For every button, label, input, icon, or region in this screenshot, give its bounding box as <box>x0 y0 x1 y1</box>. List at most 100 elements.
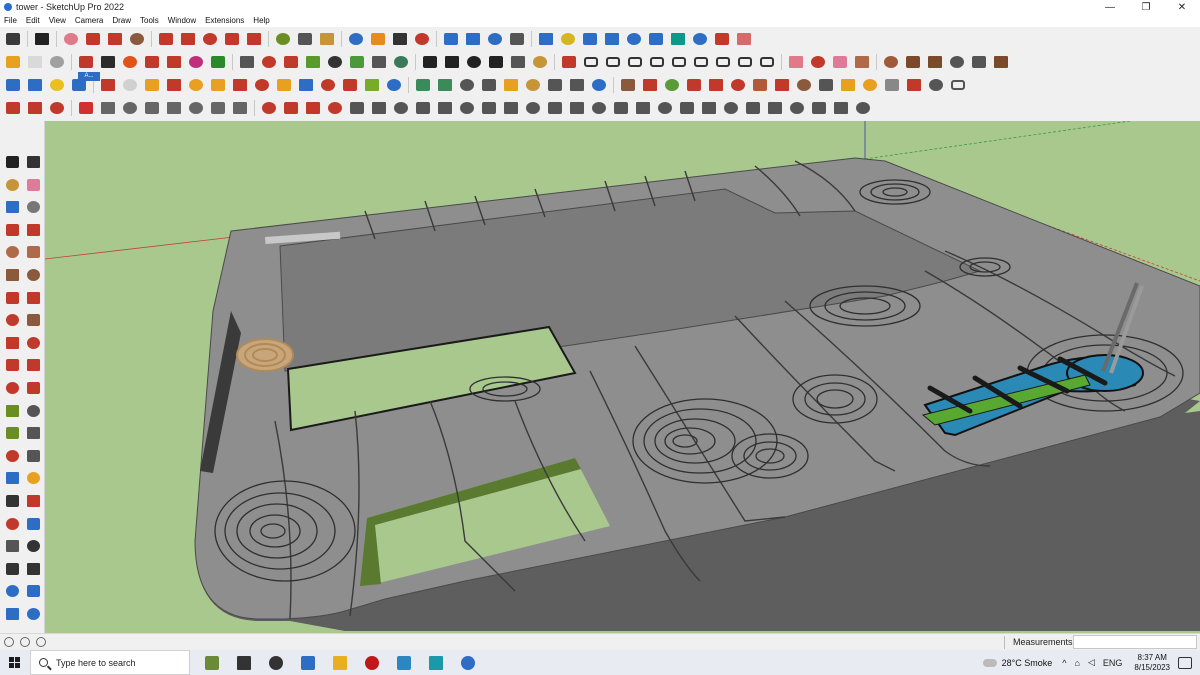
orbit-button[interactable] <box>346 30 366 48</box>
calculator-app-taskbar-button[interactable] <box>292 650 324 675</box>
tiles-green-button[interactable] <box>662 76 682 94</box>
extension-tool-button[interactable] <box>24 582 42 600</box>
pattern6-button[interactable] <box>479 99 499 117</box>
fx-button[interactable] <box>508 53 528 71</box>
solid-red2-button[interactable] <box>142 53 162 71</box>
wood-block2-button[interactable] <box>881 53 901 71</box>
eraser-pink-button[interactable] <box>830 53 850 71</box>
push-pull-tool-button[interactable] <box>24 334 42 352</box>
tent-button[interactable] <box>347 99 367 117</box>
ruby-console-badge[interactable]: A... <box>78 72 100 81</box>
dots-circle-button[interactable] <box>926 76 946 94</box>
shape-outline-button[interactable] <box>581 53 601 71</box>
offset-tool-button[interactable] <box>24 379 42 397</box>
crosshair-button[interactable] <box>325 53 345 71</box>
extension-warehouse-button[interactable] <box>463 30 483 48</box>
pencil-button[interactable] <box>83 30 103 48</box>
pattern4-button[interactable] <box>435 99 455 117</box>
pen-red-button[interactable] <box>559 53 579 71</box>
box-button[interactable] <box>750 76 770 94</box>
house3-button[interactable] <box>464 53 484 71</box>
make-component-tool-button[interactable] <box>24 153 42 171</box>
rotate-tool-button[interactable] <box>3 356 21 374</box>
solid-red-button[interactable] <box>76 53 96 71</box>
shape-outline3-button[interactable] <box>625 53 645 71</box>
menu-view[interactable]: View <box>49 16 66 25</box>
language-indicator[interactable]: ENG <box>1103 658 1123 668</box>
solid-orange-button[interactable] <box>120 53 140 71</box>
tag-tool-button[interactable] <box>3 198 21 216</box>
arc2-tool-button[interactable] <box>24 289 42 307</box>
network-icon[interactable]: ⌂ <box>1075 658 1080 668</box>
pattern23-button[interactable] <box>853 99 873 117</box>
pie-tool-button[interactable] <box>24 311 42 329</box>
arc-button[interactable] <box>105 30 125 48</box>
warehouse-tool-button[interactable] <box>3 582 21 600</box>
cube-grey-button[interactable] <box>47 53 67 71</box>
pattern21-button[interactable] <box>809 99 829 117</box>
task-view-taskbar-button[interactable] <box>260 650 292 675</box>
rect-outline-button[interactable] <box>948 76 968 94</box>
angle2-red-button[interactable] <box>281 99 301 117</box>
start-button[interactable] <box>0 650 30 675</box>
notification-icon[interactable] <box>1178 656 1192 669</box>
box-orange-button[interactable] <box>186 76 206 94</box>
speaker-icon[interactable]: ◁ <box>1088 657 1095 668</box>
box2-button[interactable] <box>772 76 792 94</box>
fence-button[interactable] <box>816 76 836 94</box>
book5-button[interactable] <box>164 99 184 117</box>
menu-edit[interactable]: Edit <box>26 16 40 25</box>
solid-green-button[interactable] <box>208 53 228 71</box>
pattern19-button[interactable] <box>765 99 785 117</box>
pattern18-button[interactable] <box>743 99 763 117</box>
ring2-button[interactable] <box>757 53 777 71</box>
rotate-button[interactable] <box>222 30 242 48</box>
position-camera-tool-button[interactable] <box>3 537 21 555</box>
model-viewport[interactable] <box>45 121 1200 633</box>
dots-blue-button[interactable] <box>296 76 316 94</box>
pattern20-button[interactable] <box>787 99 807 117</box>
walk-tool-button[interactable] <box>3 560 21 578</box>
pattern-button[interactable] <box>369 99 389 117</box>
user-button[interactable] <box>507 30 527 48</box>
arrow-tool-button[interactable] <box>536 30 556 48</box>
arc3-tool-button[interactable] <box>3 311 21 329</box>
hexagon-button[interactable] <box>647 53 667 71</box>
loop-button[interactable] <box>545 76 565 94</box>
weather-widget[interactable]: 28°C Smoke <box>982 658 1052 668</box>
triangle-button[interactable] <box>668 30 688 48</box>
box-red2-button[interactable] <box>252 76 272 94</box>
box-blue2-button[interactable] <box>25 76 45 94</box>
chain-button[interactable] <box>706 76 726 94</box>
star-blue-button[interactable] <box>589 76 609 94</box>
polygon-tool-button[interactable] <box>24 266 42 284</box>
house4-button[interactable] <box>486 53 506 71</box>
grid-orange2-button[interactable] <box>860 76 880 94</box>
pyramid-button[interactable] <box>391 53 411 71</box>
curve-button[interactable] <box>237 53 257 71</box>
3d-text-tool-button[interactable] <box>24 447 42 465</box>
cube-orange-button[interactable] <box>3 53 23 71</box>
rectangle-tool-button[interactable] <box>3 243 21 261</box>
file-explorer-taskbar-button[interactable] <box>324 650 356 675</box>
minecraft-app-taskbar-button[interactable] <box>196 650 228 675</box>
cone2-button[interactable] <box>435 76 455 94</box>
box3-button[interactable] <box>794 76 814 94</box>
book6-button[interactable] <box>186 99 206 117</box>
pan-button[interactable] <box>368 30 388 48</box>
angle3-red-button[interactable] <box>303 99 323 117</box>
grid-orange-button[interactable] <box>838 76 858 94</box>
house-button[interactable] <box>420 53 440 71</box>
paint-bucket-tool-button[interactable] <box>3 176 21 194</box>
book4-button[interactable] <box>142 99 162 117</box>
pattern17-button[interactable] <box>721 99 741 117</box>
select-button[interactable] <box>32 30 52 48</box>
solid-red3-button[interactable] <box>164 53 184 71</box>
layers2-tool-button[interactable] <box>24 605 42 623</box>
loop2-button[interactable] <box>567 76 587 94</box>
grid-grey-button[interactable] <box>882 76 902 94</box>
axes-button[interactable] <box>580 30 600 48</box>
pencil-tool-tool-button[interactable] <box>24 198 42 216</box>
plus-red2-button[interactable] <box>340 76 360 94</box>
line-tool-button[interactable] <box>3 221 21 239</box>
